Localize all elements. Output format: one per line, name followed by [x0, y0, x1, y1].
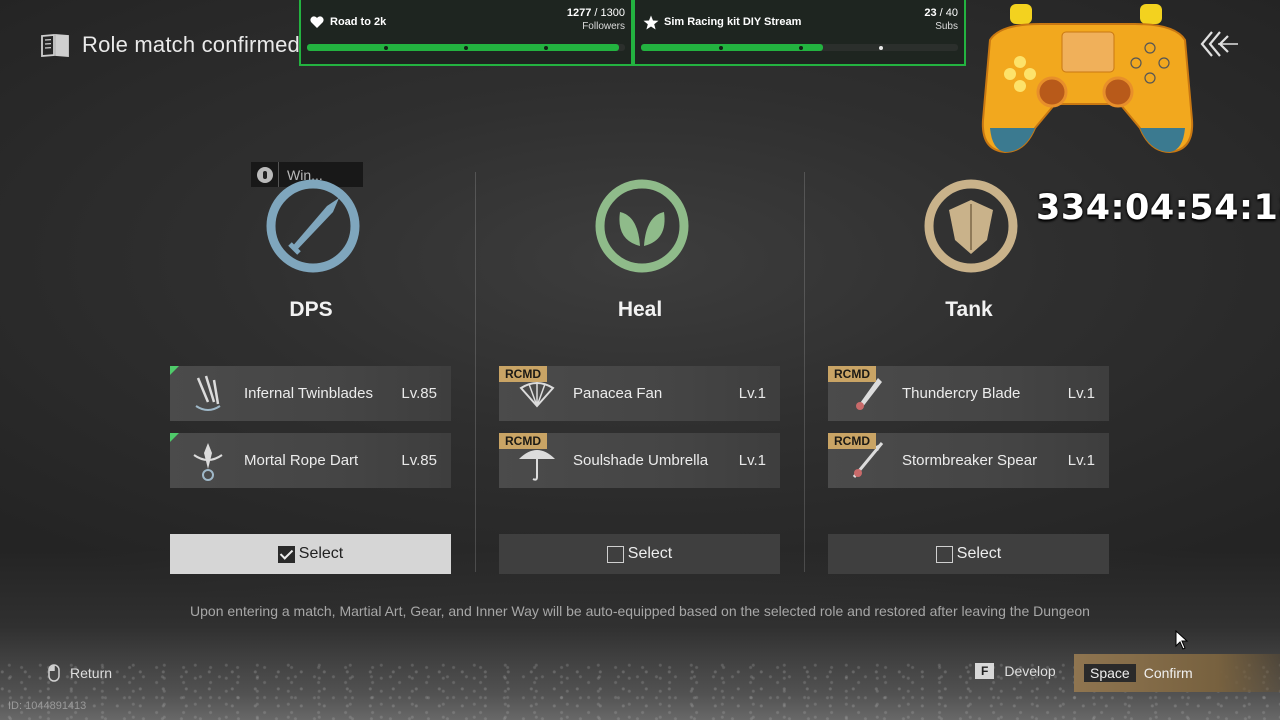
goal-milestone-dot: [544, 46, 548, 50]
weapon-name: Mortal Rope Dart: [244, 452, 359, 469]
column-divider: [804, 172, 805, 572]
weapon-card[interactable]: RCMD Stormbreaker Spear Lv.1: [828, 433, 1109, 488]
leaf-emblem-icon: [595, 179, 689, 273]
auto-equip-note: Upon entering a match, Martial Art, Gear…: [190, 603, 1090, 619]
goal-current: 1277: [566, 7, 592, 19]
select-label: Select: [298, 545, 344, 562]
mouse-icon: [48, 664, 60, 682]
goal-milestone-dot: [719, 46, 723, 50]
select-label: Select: [956, 545, 1002, 562]
weapon-name: Thundercry Blade: [902, 385, 1021, 402]
goal-milestone-dot: [384, 46, 388, 50]
stream-timer: 334:04:54:18: [1036, 188, 1280, 228]
role-name: Tank: [945, 298, 993, 321]
equipped-marker: [170, 433, 179, 442]
weapon-level: Lv.85: [401, 452, 437, 469]
rcmd-badge: RCMD: [828, 433, 876, 449]
mouse-cursor-icon: [1175, 630, 1189, 650]
checkbox-checked-icon: [277, 545, 295, 563]
column-divider: [475, 172, 476, 572]
equipped-marker: [170, 366, 179, 375]
weapon-name: Stormbreaker Spear: [902, 452, 1038, 469]
goal-current: 23: [924, 7, 937, 19]
rcmd-badge: RCMD: [499, 366, 547, 382]
confirm-button[interactable]: Space Confirm: [1074, 654, 1280, 692]
weapon-level: Lv.1: [1067, 385, 1095, 402]
checkbox-empty-icon: [606, 545, 624, 563]
role-name: Heal: [617, 298, 663, 321]
checkbox-empty-icon: [935, 545, 953, 563]
role-name: DPS: [289, 298, 333, 321]
confirm-key: Space: [1084, 664, 1136, 682]
weapon-card[interactable]: Infernal Twinblades Lv.85: [170, 366, 451, 421]
weapon-card[interactable]: RCMD Soulshade Umbrella Lv.1: [499, 433, 780, 488]
stream-goal-subs: Sim Racing kit DIY Stream 23 / 40 Subs: [633, 0, 966, 66]
weapon-level: Lv.1: [738, 385, 766, 402]
rcmd-badge: RCMD: [828, 366, 876, 382]
goal-name: Sim Racing kit DIY Stream: [664, 16, 802, 28]
develop-button[interactable]: F Develop: [975, 663, 1056, 679]
rcmd-badge: RCMD: [499, 433, 547, 449]
weapon-card[interactable]: Mortal Rope Dart Lv.85: [170, 433, 451, 488]
develop-key: F: [975, 663, 995, 679]
select-label: Select: [627, 545, 673, 562]
goal-progress-bar: [641, 44, 958, 51]
weapon-name: Soulshade Umbrella: [573, 452, 709, 469]
weapon-name: Panacea Fan: [573, 385, 663, 402]
weapon-level: Lv.85: [401, 385, 437, 402]
goal-unit: Subs: [935, 21, 958, 32]
controller-overlay-icon: [981, 4, 1194, 154]
develop-label: Develop: [1004, 663, 1056, 679]
stream-goal-followers: Road to 2k 1277 / 1300 Followers: [299, 0, 633, 66]
weapon-card[interactable]: RCMD Panacea Fan Lv.1: [499, 366, 780, 421]
return-button[interactable]: Return: [48, 664, 112, 682]
shield-emblem-icon: [924, 179, 1018, 273]
twinblades-icon: [195, 375, 221, 411]
goal-milestone-dot: [879, 46, 883, 50]
goal-milestone-dot: [799, 46, 803, 50]
weapon-level: Lv.1: [738, 452, 766, 469]
rope-dart-icon: [193, 442, 223, 481]
goal-name: Road to 2k: [330, 16, 387, 28]
weapon-card[interactable]: RCMD Thundercry Blade Lv.1: [828, 366, 1109, 421]
header: Role match confirmed: [40, 32, 300, 58]
select-heal-button[interactable]: Select: [499, 534, 780, 574]
goal-count: 1277 / 1300 Followers: [566, 7, 625, 32]
return-label: Return: [70, 665, 113, 681]
player-id: ID: 1044891413: [8, 700, 87, 712]
goal-progress-bar: [307, 44, 625, 51]
page-title: Role match confirmed: [82, 32, 300, 57]
goal-target: 40: [945, 7, 958, 19]
goal-milestone-dot: [464, 46, 468, 50]
heart-icon: [310, 16, 324, 28]
star-icon: [643, 15, 659, 29]
weapon-level: Lv.1: [1067, 452, 1095, 469]
goal-unit: Followers: [582, 21, 625, 32]
weapon-name: Infernal Twinblades: [244, 385, 373, 402]
back-arrows-icon[interactable]: [1198, 28, 1238, 60]
select-dps-button[interactable]: Select: [170, 534, 451, 574]
goal-count: 23 / 40 Subs: [924, 7, 958, 32]
select-tank-button[interactable]: Select: [828, 534, 1109, 574]
goal-progress-fill: [641, 44, 824, 51]
confirm-label: Confirm: [1143, 665, 1193, 681]
book-icon: [41, 34, 69, 57]
goal-target: 1300: [600, 7, 625, 19]
sword-emblem-icon: [266, 179, 360, 273]
